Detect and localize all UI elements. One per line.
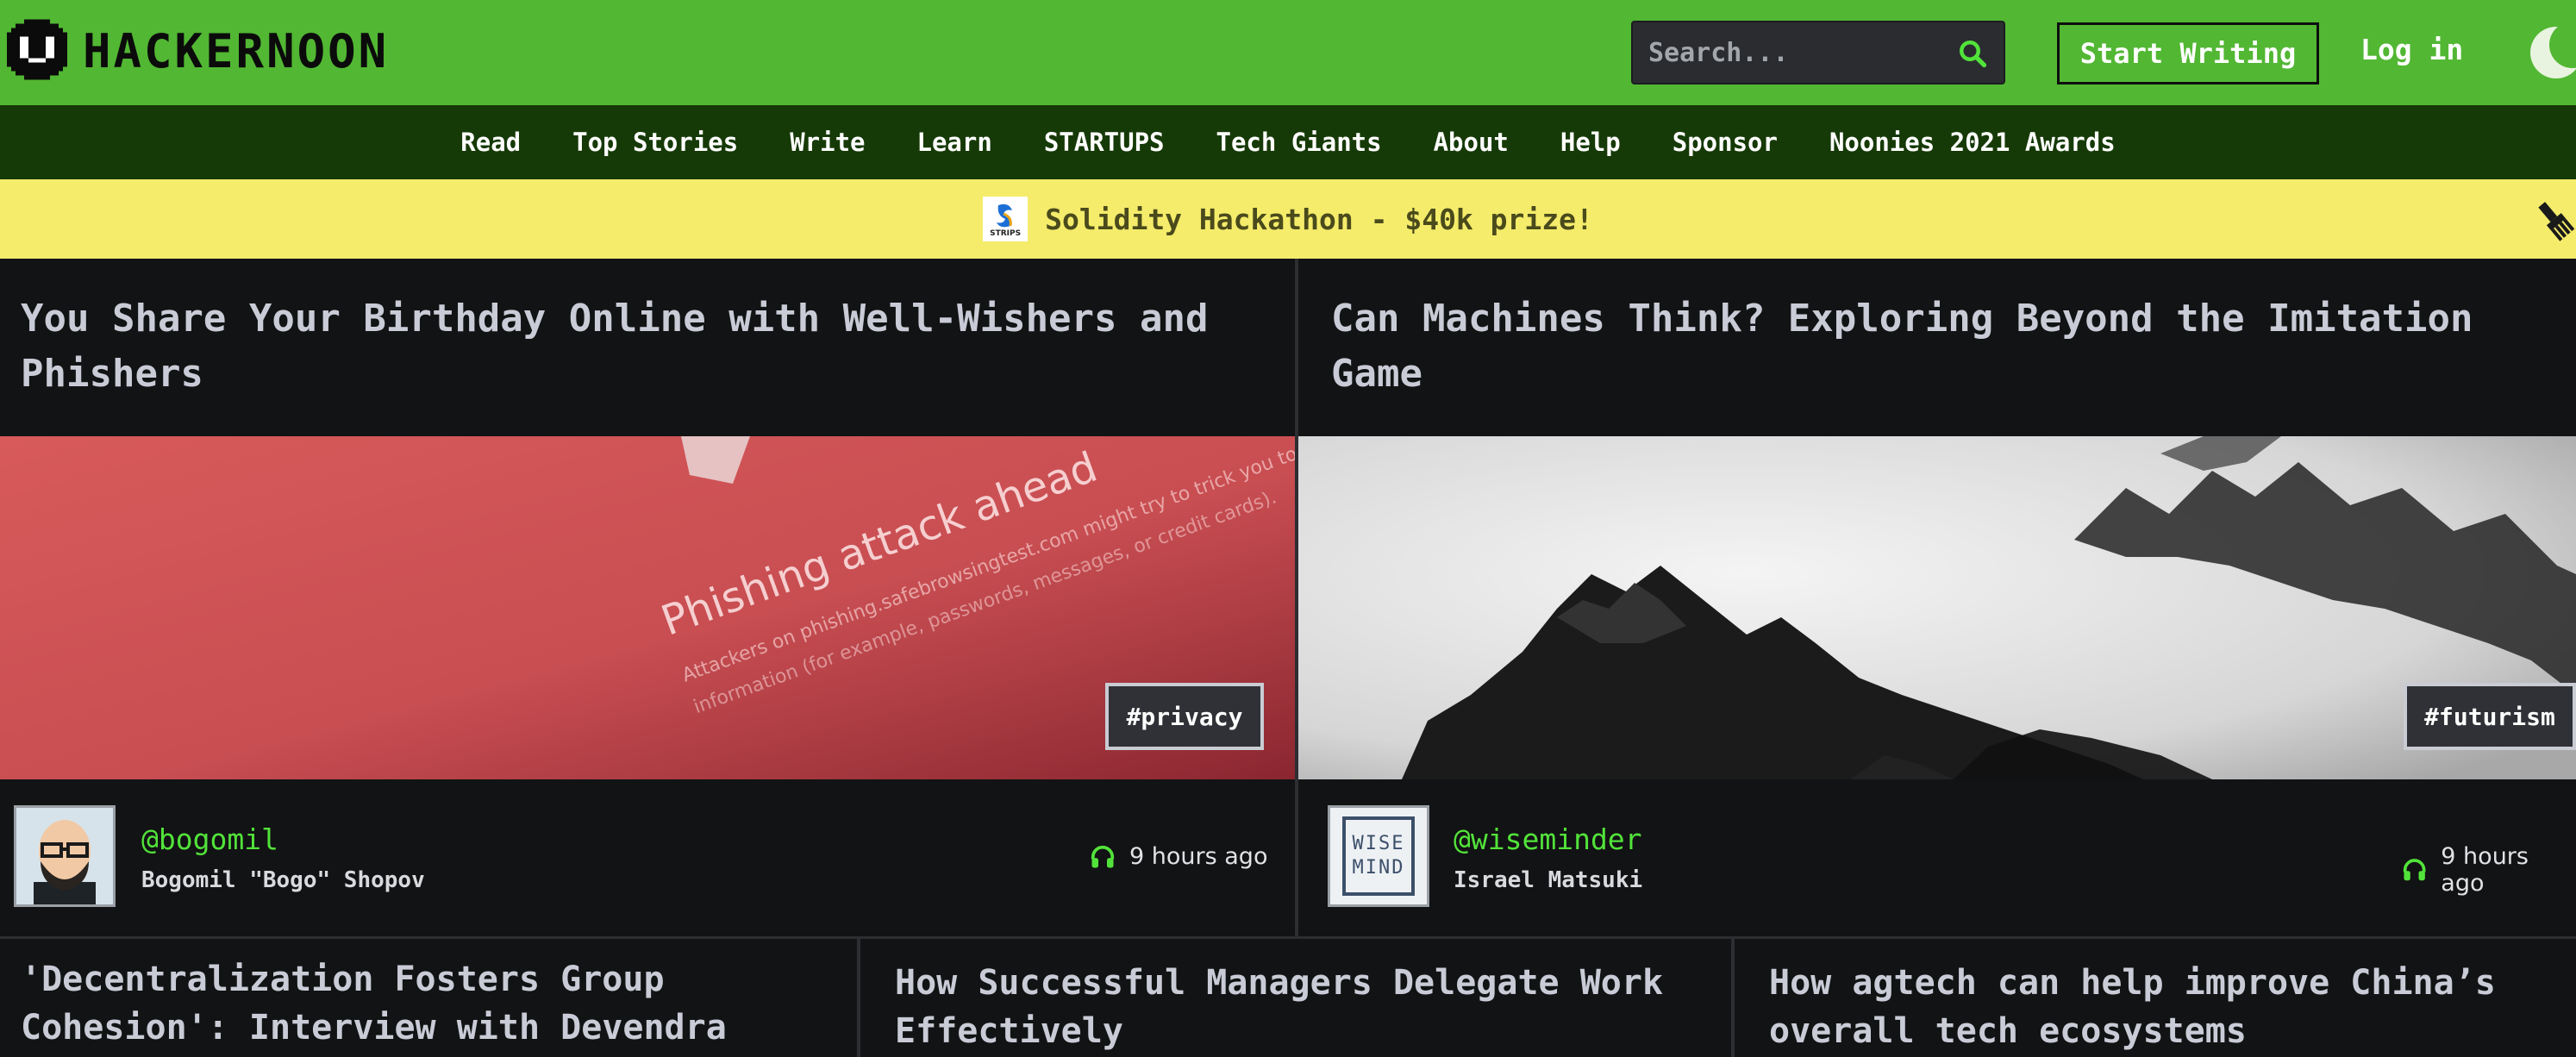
column-divider [1731, 939, 1735, 1057]
nav-item-top-stories[interactable]: Top Stories [572, 128, 738, 157]
promo-text: Solidity Hackathon - $40k prize! [1045, 202, 1593, 236]
search-icon[interactable] [1957, 38, 1988, 69]
author-avatar[interactable] [14, 805, 116, 907]
author-handle[interactable]: @wiseminder [1454, 822, 1642, 856]
nav-item-read[interactable]: Read [460, 128, 521, 157]
story-title[interactable]: You Share Your Birthday Online with Well… [21, 291, 1262, 402]
story-thumbnail[interactable]: Phishing attack ahead Attackers on phish… [0, 436, 1295, 779]
nav-item-write[interactable]: Write [790, 128, 865, 157]
story-title[interactable]: Can Machines Think? Exploring Beyond the… [1331, 291, 2564, 402]
author-name[interactable]: Israel Matsuki [1454, 867, 1642, 893]
story-tag[interactable]: #futurism [2404, 683, 2576, 750]
promo-banner[interactable]: STRIPS Solidity Hackathon - $40k prize! [0, 179, 2576, 259]
dark-mode-moon-icon[interactable] [2526, 22, 2576, 83]
story-tag[interactable]: #privacy [1105, 683, 1264, 750]
ink-wash-landscape-image [1298, 436, 2576, 779]
author-name[interactable]: Bogomil "Bogo" Shopov [141, 867, 425, 893]
hackernoon-logo[interactable]: HACKERNOON [7, 19, 389, 84]
nav-item-about[interactable]: About [1434, 128, 1509, 157]
search-box [1631, 21, 2005, 84]
brush-icon[interactable] [2533, 198, 2576, 241]
headphones-icon[interactable] [1090, 844, 1116, 870]
start-writing-button[interactable]: Start Writing [2057, 22, 2319, 84]
story-time-text: 9 hours ago [2441, 843, 2529, 897]
nav-item-help[interactable]: Help [1560, 128, 1621, 157]
avatar-text: MIND [1352, 857, 1405, 879]
column-divider [857, 939, 860, 1057]
headphones-icon[interactable] [2402, 857, 2427, 883]
story-title[interactable]: How Successful Managers Delegate Work Ef… [895, 959, 1705, 1055]
story-time-text: 9 hours ago [1129, 843, 1268, 870]
strips-logo: STRIPS [983, 197, 1029, 241]
site-header: HACKERNOON Start Writing Log in [0, 0, 2576, 105]
login-link[interactable]: Log in [2360, 33, 2463, 66]
story-title[interactable]: How agtech can help improve China’s over… [1769, 959, 2562, 1055]
strips-logo-text: STRIPS [990, 229, 1022, 238]
bogomil-avatar-image [16, 808, 113, 904]
nav-item-sponsor[interactable]: Sponsor [1673, 128, 1778, 157]
wiseminder-avatar-image: WISE MIND [1342, 816, 1415, 896]
author-avatar[interactable]: WISE MIND [1328, 805, 1429, 907]
nav-item-tech-giants[interactable]: Tech Giants [1216, 128, 1382, 157]
logo-wordmark: HACKERNOON [83, 24, 390, 78]
nav-item-noonies[interactable]: Noonies 2021 Awards [1829, 128, 2116, 157]
main-nav: Read Top Stories Write Learn STARTUPS Te… [0, 105, 2576, 179]
section-divider [0, 936, 2576, 939]
nav-item-startups[interactable]: STARTUPS [1044, 128, 1165, 157]
story-time: 9 hours ago [1090, 843, 1267, 870]
nav-item-learn[interactable]: Learn [917, 128, 992, 157]
avatar-text: WISE [1352, 833, 1405, 854]
story-thumbnail[interactable]: #futurism [1298, 436, 2576, 779]
hackernoon-logo-icon [7, 19, 67, 80]
author-handle[interactable]: @bogomil [141, 822, 278, 856]
story-title[interactable]: 'Decentralization Fosters Group Cohesion… [21, 955, 831, 1052]
search-input[interactable] [1633, 22, 1943, 83]
story-time: 9 hours ago [2402, 843, 2576, 897]
